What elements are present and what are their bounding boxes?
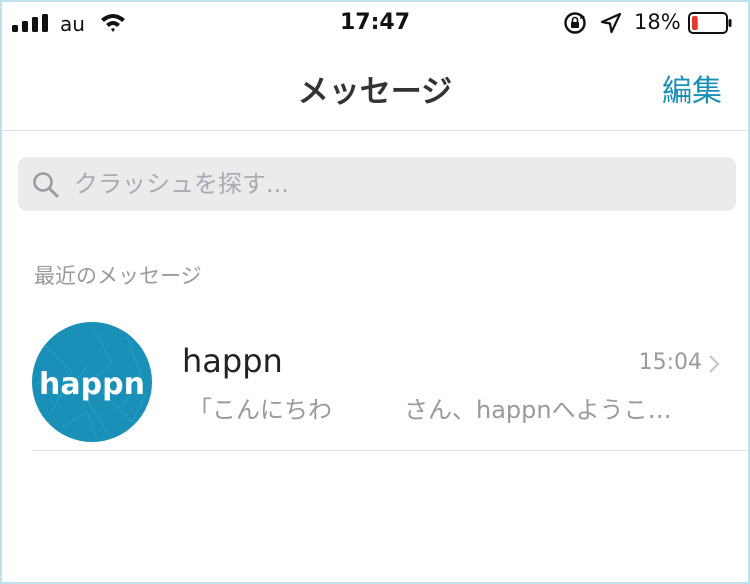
battery-fill	[692, 16, 698, 30]
app-frame: au 17:47 18% メッセージ 編集 クラッシュを探す... 最近のメッセ…	[0, 0, 750, 584]
preview-start: 「こんにちわ	[188, 396, 332, 424]
battery-percentage: 18%	[634, 10, 681, 34]
conversation-name: happn	[182, 342, 283, 380]
status-bar: au 17:47 18%	[2, 2, 748, 44]
conversation-preview: 「こんにちわ さん、happnへようこ…	[188, 390, 672, 425]
battery-icon	[688, 12, 732, 34]
search-bar[interactable]	[18, 157, 736, 211]
preview-end: さん、happnへようこ…	[404, 396, 672, 424]
page-title: メッセージ	[297, 74, 453, 110]
conversation-time: 15:04	[638, 350, 702, 375]
conversation-row[interactable]: happn happn 15:04 「こんにちわ さん、happnへようこ…	[2, 314, 748, 450]
row-divider	[32, 450, 748, 451]
avatar-logo-text: happn	[39, 367, 145, 402]
chevron-right-icon	[709, 355, 720, 373]
search-input[interactable]	[74, 157, 714, 211]
search-icon	[33, 172, 59, 198]
rotation-lock-icon	[564, 12, 586, 34]
location-arrow-icon	[600, 12, 622, 34]
navigation-bar: メッセージ 編集	[2, 44, 748, 131]
edit-button[interactable]: 編集	[662, 66, 722, 110]
avatar: happn	[32, 322, 152, 442]
section-title-recent: 最近のメッセージ	[34, 264, 202, 288]
